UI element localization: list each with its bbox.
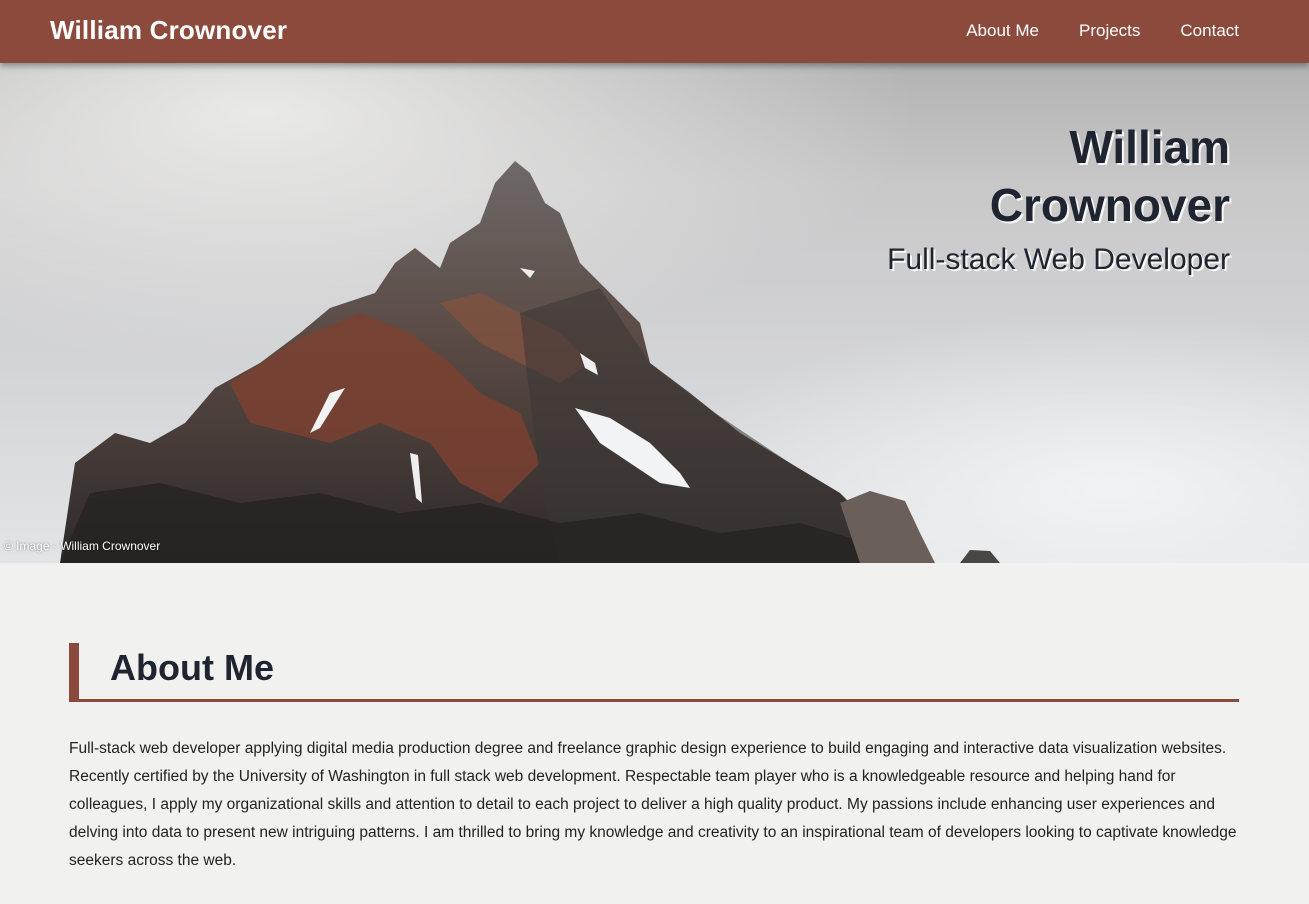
- hero-subtitle: Full-stack Web Developer: [887, 243, 1230, 276]
- about-heading: About Me: [110, 647, 274, 688]
- image-credit: © Image - William Crownover: [4, 539, 161, 553]
- nav-link-projects[interactable]: Projects: [1079, 21, 1140, 41]
- hero-title: William Crownover: [830, 118, 1230, 234]
- about-paragraph: Full-stack web developer applying digita…: [69, 740, 1237, 869]
- about-heading-bar: About Me: [69, 643, 1239, 702]
- main-nav: About Me Projects Contact: [966, 21, 1239, 41]
- nav-link-about-me[interactable]: About Me: [966, 21, 1039, 41]
- brand-link[interactable]: William Crownover: [50, 15, 287, 46]
- about-section: About Me Full-stack web developer applyi…: [69, 643, 1239, 875]
- hero-banner: William Crownover Full-stack Web Develop…: [0, 63, 1309, 563]
- hero-title-last-name: Crownover: [989, 179, 1230, 231]
- hero-title-first-name: William: [1069, 121, 1230, 173]
- nav-link-contact[interactable]: Contact: [1180, 21, 1239, 41]
- site-header: William Crownover About Me Projects Cont…: [0, 0, 1309, 63]
